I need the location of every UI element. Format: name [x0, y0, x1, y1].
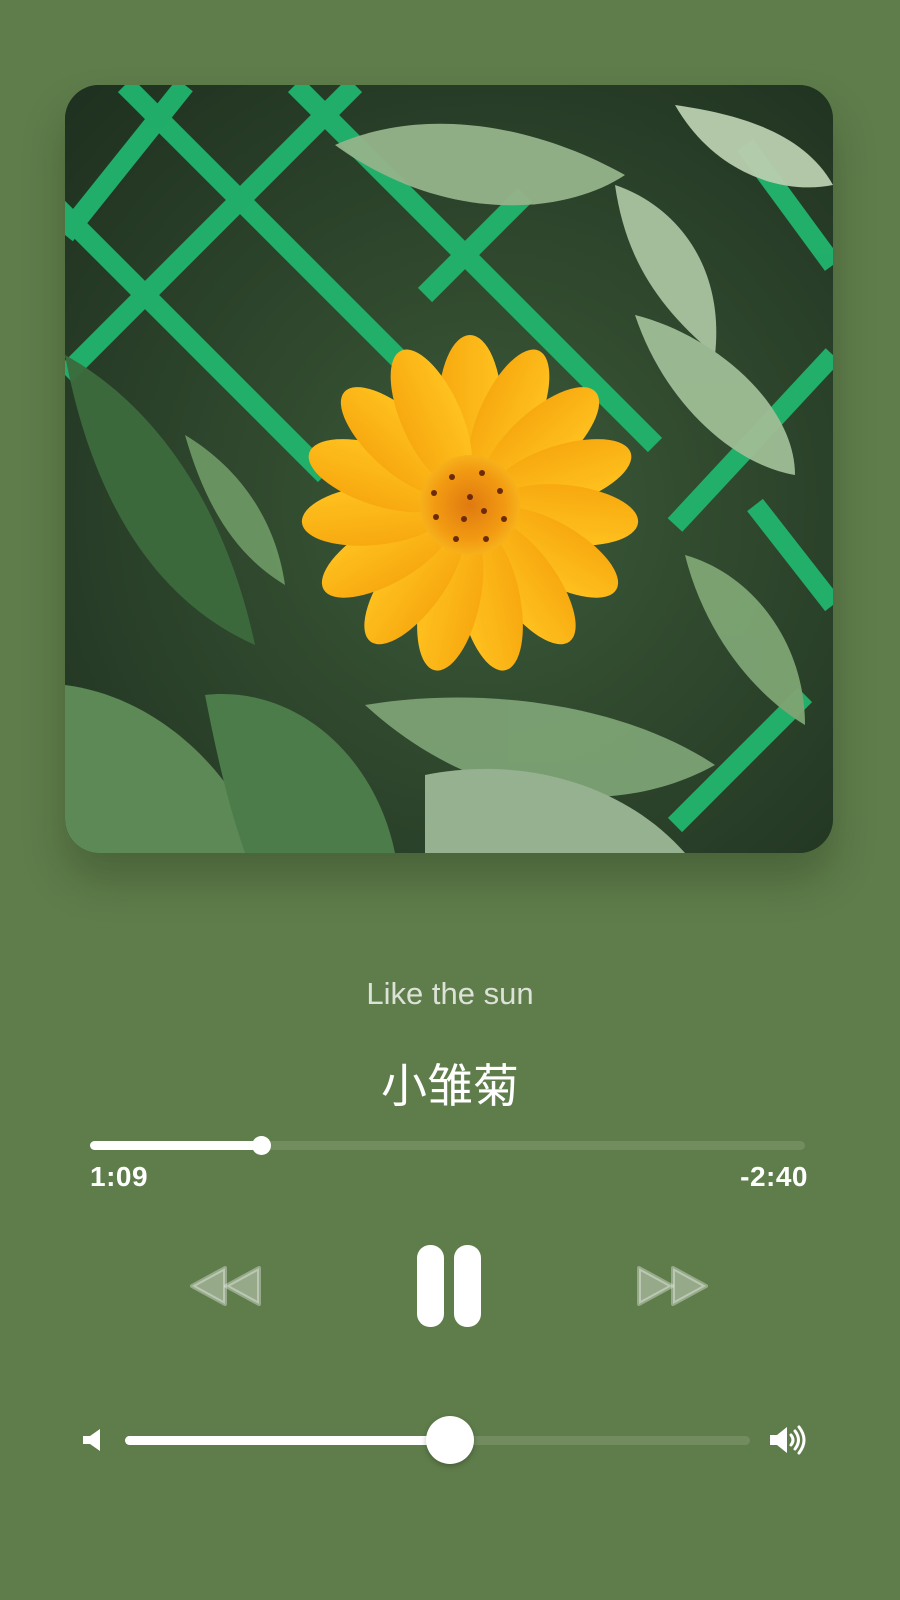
speaker-high-icon[interactable]	[770, 1424, 810, 1461]
pause-icon	[417, 1245, 481, 1327]
volume-slider[interactable]	[125, 1416, 750, 1464]
album-artwork	[65, 85, 833, 853]
fast-forward-icon	[637, 1266, 708, 1306]
fast-forward-button[interactable]	[637, 1266, 709, 1306]
pause-button[interactable]	[417, 1245, 481, 1327]
volume-thumb[interactable]	[426, 1416, 474, 1464]
volume-control	[83, 1416, 813, 1464]
remaining-time: -2:40	[740, 1161, 808, 1192]
progress-fill	[90, 1141, 262, 1150]
rewind-button[interactable]	[189, 1266, 261, 1306]
track-subtitle: Like the sun	[366, 976, 534, 1011]
progress-thumb[interactable]	[252, 1136, 272, 1155]
track-title: 小雏菊	[381, 1060, 519, 1112]
rewind-icon	[190, 1266, 261, 1306]
speaker-low-icon[interactable]	[83, 1428, 103, 1457]
volume-fill	[125, 1436, 450, 1445]
playback-progress-slider[interactable]	[90, 1135, 805, 1175]
elapsed-time: 1:09	[90, 1161, 149, 1192]
